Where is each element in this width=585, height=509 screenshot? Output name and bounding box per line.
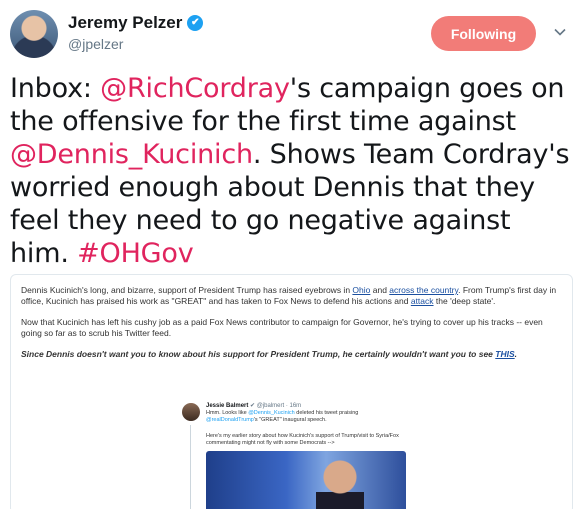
attached-image-card[interactable]: Dennis Kucinich's long, and bizarre, sup… (10, 274, 573, 509)
paragraph-1: Dennis Kucinich's long, and bizarre, sup… (21, 285, 562, 307)
this-link[interactable]: THIS (495, 349, 514, 359)
text: and (370, 285, 390, 295)
embed-name: Jessie Balmert (206, 403, 249, 409)
avatar[interactable] (10, 10, 58, 58)
tweet-header: Jeremy Pelzer ✔ @jpelzer Following (0, 0, 585, 68)
person-image (316, 459, 364, 509)
press-release-text: Dennis Kucinich's long, and bizarre, sup… (11, 275, 572, 360)
embed-mention: @realDonaldTrump (206, 417, 254, 423)
ohio-link[interactable]: Ohio (352, 285, 370, 295)
text: deleted his tweet praising (294, 410, 359, 416)
text: 's "GREAT" inaugural speech. (253, 417, 327, 423)
paragraph-2: Now that Kucinich has left his cushy job… (21, 317, 543, 338)
tweet-text: Inbox: @RichCordray's campaign goes on t… (10, 72, 575, 270)
attack-link[interactable]: attack (411, 296, 434, 306)
text: . (514, 349, 518, 359)
chevron-down-icon[interactable] (554, 26, 566, 38)
mention-link[interactable]: @RichCordray (100, 73, 290, 104)
text: Since Dennis doesn't want you to know ab… (21, 349, 496, 359)
embed-text: Hmm. Looks like @Dennis_Kucinich deleted… (206, 410, 406, 424)
name-row: Jeremy Pelzer ✔ (68, 13, 204, 33)
embed-video-thumbnail (206, 451, 406, 509)
embed-avatar (182, 403, 200, 421)
display-name[interactable]: Jeremy Pelzer (68, 13, 182, 33)
mention-link[interactable]: @Dennis_Kucinich (10, 139, 253, 170)
paragraph-3: Since Dennis doesn't want you to know ab… (21, 349, 562, 360)
text: Hmm. Looks like (206, 410, 249, 416)
text: Dennis Kucinich's long, and bizarre, sup… (21, 285, 353, 295)
embed-mention: @Dennis_Kucinich (248, 410, 295, 416)
hashtag-link[interactable]: #OHGov (77, 238, 194, 269)
across-country-link[interactable]: across the country (389, 285, 458, 295)
embedded-tweet-screenshot: Jessie Balmert ✔ @jbalmert · 16m Hmm. Lo… (176, 395, 416, 509)
user-handle[interactable]: @jpelzer (68, 36, 123, 52)
embed-text-2: Here's my earlier story about how Kucini… (206, 433, 399, 446)
embed-author: Jessie Balmert ✔ @jbalmert · 16m (206, 402, 301, 409)
tweet-text-part: Inbox: (10, 73, 101, 104)
thread-line (190, 425, 191, 509)
embed-meta: ✔ @jbalmert · 16m (248, 403, 302, 409)
verified-badge-icon: ✔ (187, 15, 204, 31)
text: the 'deep state'. (433, 296, 496, 306)
following-button[interactable]: Following (431, 16, 536, 51)
